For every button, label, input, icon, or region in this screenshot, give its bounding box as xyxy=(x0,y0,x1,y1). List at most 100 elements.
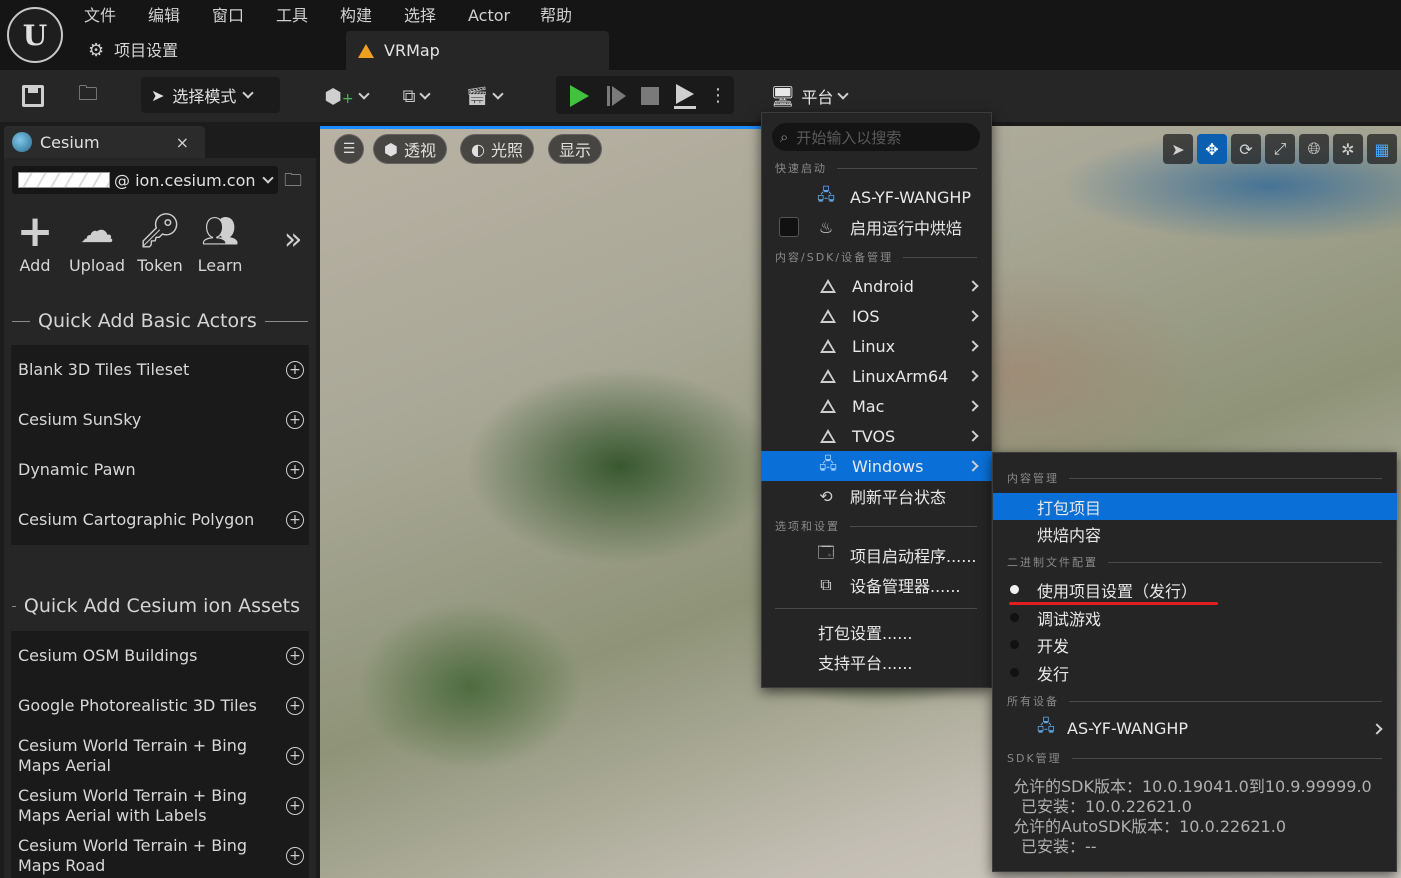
add-circle-icon[interactable]: + xyxy=(286,461,304,479)
upload-label: Upload xyxy=(68,256,126,275)
platform-android[interactable]: Android xyxy=(814,271,991,301)
eject-button[interactable] xyxy=(670,79,700,113)
save-button[interactable] xyxy=(18,79,48,113)
list-item[interactable]: Google Photorealistic 3D Tiles + xyxy=(11,681,309,731)
supported-platforms-item[interactable]: 支持平台...... xyxy=(818,647,988,677)
save-icon xyxy=(22,85,44,107)
tab-vrmap[interactable]: VRMap xyxy=(346,31,609,70)
warning-icon xyxy=(814,399,842,413)
menu-actor[interactable]: Actor xyxy=(468,4,510,28)
list-item[interactable]: Cesium Cartographic Polygon + xyxy=(11,495,309,545)
folder-settings-icon[interactable]: 🗀 xyxy=(284,168,302,198)
list-item[interactable]: Cesium SunSky + xyxy=(11,395,309,445)
menu-help[interactable]: 帮助 xyxy=(540,4,572,28)
add-circle-icon[interactable]: + xyxy=(286,747,304,765)
viewport-menu-button[interactable]: ☰ xyxy=(334,134,364,164)
surface-snap-button[interactable]: ✲ xyxy=(1333,134,1363,164)
mode-select-dropdown[interactable]: ➤ 选择模式 xyxy=(141,77,280,113)
platform-mac[interactable]: Mac xyxy=(814,391,991,421)
play-options-button[interactable]: ⋮ xyxy=(708,79,728,113)
more-tools-icon[interactable]: » xyxy=(284,222,302,257)
scale-tool-button[interactable]: ⤢ xyxy=(1265,134,1295,164)
cook-on-fly-item[interactable]: ♨ 启用运行中烘焙 xyxy=(812,212,990,242)
device-manager-icon: ⧉ xyxy=(820,575,832,594)
add-circle-icon[interactable]: + xyxy=(286,361,304,379)
build-config-project-settings[interactable]: 使用项目设置（发行） xyxy=(993,576,1383,603)
menu-divider xyxy=(775,608,977,609)
cinematics-button[interactable]: 🎬︎ xyxy=(460,79,508,113)
device-icon: 🖧︎ xyxy=(1037,716,1055,735)
cook-content-item[interactable]: 烘焙内容 xyxy=(1037,520,1377,547)
translate-tool-button[interactable]: ✥ xyxy=(1197,134,1227,164)
account-dropdown[interactable]: @ ion.cesium.con xyxy=(12,166,278,194)
platform-search-input[interactable]: ⌕ 开始输入以搜索 xyxy=(772,123,980,151)
stop-icon xyxy=(641,87,659,105)
add-actor-button[interactable]: ⬢+ xyxy=(322,79,370,113)
warning-icon xyxy=(814,309,842,323)
rotate-tool-button[interactable]: ⟳ xyxy=(1231,134,1261,164)
refresh-label: 刷新平台状态 xyxy=(850,488,947,507)
quick-launch-device[interactable]: 🖧︎ AS-YF-WANGHP xyxy=(812,182,990,212)
cook-on-fly-checkbox[interactable] xyxy=(779,217,799,237)
step-button[interactable] xyxy=(602,79,630,113)
cook-icon: ♨ xyxy=(818,217,834,237)
chevron-down-icon xyxy=(357,88,370,100)
platform-windows[interactable]: 🖧︎ Windows xyxy=(814,451,991,481)
list-item[interactable]: Cesium OSM Buildings + xyxy=(11,631,309,681)
grid-snap-button[interactable]: ▦ xyxy=(1367,134,1397,164)
list-item[interactable]: Dynamic Pawn + xyxy=(11,445,309,495)
packaging-settings-item[interactable]: 打包设置...... xyxy=(818,617,988,647)
upload-button[interactable]: ☁ Upload xyxy=(66,211,128,275)
list-item[interactable]: Cesium World Terrain + Bing Maps Road + xyxy=(11,831,309,878)
chevron-right-icon xyxy=(967,310,979,322)
build-config-development[interactable]: 开发 xyxy=(993,631,1383,658)
project-launcher-item[interactable]: 🗔 项目启动程序...... xyxy=(812,540,990,570)
list-item[interactable]: Blank 3D Tiles Tileset + xyxy=(11,345,309,395)
stop-button[interactable] xyxy=(636,79,664,113)
perspective-button[interactable]: ⬢ 透视 xyxy=(373,134,447,164)
lighting-button[interactable]: ◐ 光照 xyxy=(460,134,534,164)
content-browser-button[interactable]: 🗀 xyxy=(72,79,104,113)
menu-build[interactable]: 构建 xyxy=(340,4,372,28)
add-circle-icon[interactable]: + xyxy=(286,797,304,815)
menu-select[interactable]: 选择 xyxy=(404,4,436,28)
add-circle-icon[interactable]: + xyxy=(286,411,304,429)
close-icon[interactable]: × xyxy=(176,133,189,152)
group-label: 内容管理 xyxy=(1007,472,1059,485)
menu-edit[interactable]: 编辑 xyxy=(148,4,180,28)
menu-file[interactable]: 文件 xyxy=(84,4,116,28)
add-circle-icon[interactable]: + xyxy=(286,647,304,665)
project-settings-button[interactable]: ⚙ 项目设置 xyxy=(88,39,178,63)
play-button[interactable] xyxy=(564,79,594,113)
add-button[interactable]: + Add xyxy=(4,206,66,276)
platform-linux[interactable]: Linux xyxy=(814,331,991,361)
all-devices-item[interactable]: 🖧︎ AS-YF-WANGHP xyxy=(1037,715,1389,742)
add-circle-icon[interactable]: + xyxy=(286,847,304,865)
menu-tools[interactable]: 工具 xyxy=(276,4,308,28)
platform-button[interactable]: 🖥︎ 平台 xyxy=(770,79,850,113)
build-config-debug-game[interactable]: 调试游戏 xyxy=(993,604,1383,631)
list-item[interactable]: Cesium World Terrain + Bing Maps Aerial + xyxy=(11,731,309,781)
platform-ios[interactable]: IOS xyxy=(814,301,991,331)
show-button[interactable]: 显示 xyxy=(548,134,603,164)
refresh-platform-status[interactable]: ⟲ 刷新平台状态 xyxy=(812,481,990,511)
add-circle-icon[interactable]: + xyxy=(286,697,304,715)
platform-tvos[interactable]: TVOS xyxy=(814,421,991,451)
world-space-button[interactable]: 🌐︎ xyxy=(1299,134,1329,164)
add-circle-icon[interactable]: + xyxy=(286,511,304,529)
unreal-logo-icon[interactable]: U xyxy=(7,7,63,63)
token-button[interactable]: 🔑︎ Token xyxy=(129,211,191,275)
map-tab-label: VRMap xyxy=(384,41,440,60)
menu-window[interactable]: 窗口 xyxy=(212,4,244,28)
blueprint-button[interactable]: ⧉ xyxy=(392,79,440,113)
select-tool-button[interactable]: ➤ xyxy=(1163,134,1193,164)
platform-linuxarm64[interactable]: LinuxArm64 xyxy=(814,361,991,391)
list-item[interactable]: Cesium World Terrain + Bing Maps Aerial … xyxy=(11,781,309,831)
play-icon xyxy=(569,85,589,107)
package-project-item[interactable]: 打包项目 xyxy=(1037,493,1377,520)
basic-actors-header: Quick Add Basic Actors xyxy=(12,308,308,334)
tab-cesium[interactable]: Cesium × xyxy=(4,126,205,158)
learn-button[interactable]: 👥︎ Learn xyxy=(189,212,251,276)
device-manager-item[interactable]: ⧉ 设备管理器...... xyxy=(812,570,990,600)
build-config-shipping[interactable]: 发行 xyxy=(993,659,1383,686)
